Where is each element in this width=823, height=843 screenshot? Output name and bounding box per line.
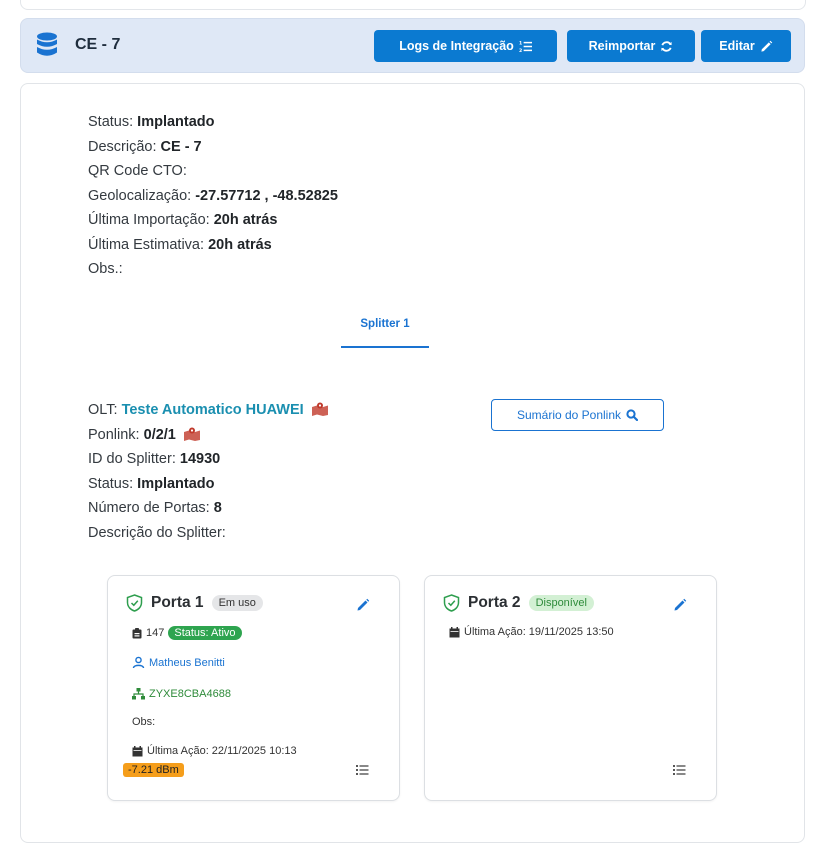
olt-link[interactable]: Teste Automatico HUAWEI — [122, 402, 304, 418]
cto-info: Status: Implantado Descrição: CE - 7 QR … — [88, 110, 338, 282]
user-link[interactable]: Matheus Benitti — [149, 657, 225, 669]
tab-splitter-1[interactable]: Splitter 1 — [341, 318, 429, 348]
porta-card: Porta 1 Em uso 147 Status: Ativo Matheus… — [107, 575, 400, 801]
porta-header: Porta 1 Em uso — [126, 594, 263, 612]
porta-title: Porta 1 — [151, 594, 204, 611]
descricao-splitter-label: Descrição do Splitter: — [88, 524, 226, 541]
porta-title: Porta 2 — [468, 594, 521, 611]
numero-portas-row: Número de Portas: 8 — [88, 496, 328, 521]
shield-check-icon — [126, 594, 143, 612]
sumario-ponlink-label: Sumário do Ponlink — [516, 408, 622, 422]
status-row: Status: Implantado — [88, 110, 338, 135]
geolocalizacao-value: -27.57712 , -48.52825 — [195, 187, 338, 204]
sync-icon — [661, 40, 672, 52]
obs-label: Obs.: — [88, 261, 123, 277]
status-label: Status: — [88, 114, 134, 130]
shield-check-icon — [443, 594, 460, 612]
database-icon — [37, 32, 57, 56]
ultima-estimativa-value: 20h atrás — [208, 236, 272, 253]
status-value: Implantado — [137, 114, 215, 130]
list-icon[interactable] — [673, 764, 686, 776]
editar-label: Editar — [719, 39, 755, 53]
calendar-icon — [132, 745, 143, 756]
editar-button[interactable]: Editar — [701, 30, 791, 62]
ultima-acao-line: Última Ação: 19/11/2025 13:50 — [449, 626, 614, 638]
ultima-importacao-label: Última Importação: — [88, 212, 210, 228]
ponlink-label: Ponlink: — [88, 426, 140, 443]
ponlink-row: Ponlink: 0/2/1 — [88, 423, 328, 448]
splitter-id-label: ID do Splitter: — [88, 451, 176, 467]
list-icon[interactable] — [356, 764, 369, 776]
map-marked-icon[interactable] — [183, 427, 200, 441]
edit-pencil-icon[interactable] — [673, 598, 687, 612]
porta-header: Porta 2 Disponível — [443, 594, 594, 612]
id-card-icon — [132, 627, 142, 638]
user-icon — [132, 656, 145, 669]
ultima-importacao-value: 20h atrás — [213, 212, 278, 228]
splitter-status-value: Implantado — [137, 475, 215, 492]
status-ativo-badge: Status: Ativo — [168, 626, 242, 640]
signal-dbm-badge: -7.21 dBm — [123, 763, 184, 777]
cto-title: CE - 7 — [75, 36, 121, 53]
network-icon — [132, 688, 145, 700]
ultima-estimativa-label: Última Estimativa: — [88, 236, 205, 253]
sumario-ponlink-button[interactable]: Sumário do Ponlink — [491, 399, 664, 431]
numero-portas-value: 8 — [213, 500, 222, 516]
ultima-importacao-row: Última Importação: 20h atrás — [88, 208, 338, 233]
ultima-acao-text: Última Ação: 19/11/2025 13:50 — [464, 626, 614, 638]
reimportar-label: Reimportar — [588, 39, 656, 53]
descricao-splitter-row: Descrição do Splitter: — [88, 521, 328, 546]
client-id: 147 — [146, 627, 165, 639]
calendar-icon — [449, 626, 460, 637]
obs-line: Obs: — [132, 716, 156, 728]
logs-label: Logs de Integração — [399, 39, 514, 53]
ultima-acao-text: Última Ação: 22/11/2025 10:13 — [147, 745, 297, 757]
splitter-id-row: ID do Splitter: 14930 — [88, 447, 328, 472]
geolocalizacao-row: Geolocalização: -27.57712 , -48.52825 — [88, 184, 338, 209]
descricao-label: Descrição: — [88, 138, 157, 155]
splitter-status-label: Status: — [88, 475, 134, 492]
descricao-value: CE - 7 — [160, 138, 202, 155]
splitter-status-row: Status: Implantado — [88, 472, 328, 497]
client-line: 147 Status: Ativo — [132, 626, 242, 640]
splitter-id-value: 14930 — [179, 451, 221, 467]
geolocalizacao-label: Geolocalização: — [88, 187, 192, 204]
olt-label: OLT: — [88, 402, 118, 418]
pencil-icon — [761, 40, 772, 52]
ultima-acao-line: Última Ação: 22/11/2025 10:13 — [132, 745, 297, 757]
previous-card-edge — [20, 0, 806, 10]
svg-text:2: 2 — [519, 48, 522, 53]
map-marked-icon[interactable] — [311, 402, 328, 416]
status-badge: Disponível — [528, 595, 594, 611]
edit-pencil-icon[interactable] — [356, 598, 370, 612]
list-ol-icon: 1 2 — [519, 40, 532, 53]
reimportar-button[interactable]: Reimportar — [567, 30, 695, 62]
qrcode-label: QR Code CTO: — [88, 163, 187, 179]
splitter-info: OLT: Teste Automatico HUAWEI Ponlink: 0/… — [88, 398, 328, 545]
qrcode-row: QR Code CTO: — [88, 159, 338, 184]
ponlink-value: 0/2/1 — [143, 426, 176, 443]
onu-line: ZYXE8CBA4688 — [132, 688, 231, 700]
logs-integracao-button[interactable]: Logs de Integração 1 2 — [374, 30, 557, 62]
porta-card: Porta 2 Disponível Última Ação: 19/11/20… — [424, 575, 717, 801]
search-icon — [626, 409, 639, 421]
descricao-row: Descrição: CE - 7 — [88, 135, 338, 160]
ultima-estimativa-row: Última Estimativa: 20h atrás — [88, 233, 338, 258]
numero-portas-label: Número de Portas: — [88, 500, 210, 516]
olt-row: OLT: Teste Automatico HUAWEI — [88, 398, 328, 423]
svg-text:1: 1 — [519, 40, 522, 46]
status-badge: Em uso — [211, 595, 263, 611]
obs-row: Obs.: — [88, 257, 338, 282]
cto-card-header: CE - 7 Logs de Integração 1 2 Reimportar… — [20, 18, 805, 73]
user-line: Matheus Benitti — [132, 656, 225, 669]
onu-serial-link[interactable]: ZYXE8CBA4688 — [149, 688, 231, 700]
